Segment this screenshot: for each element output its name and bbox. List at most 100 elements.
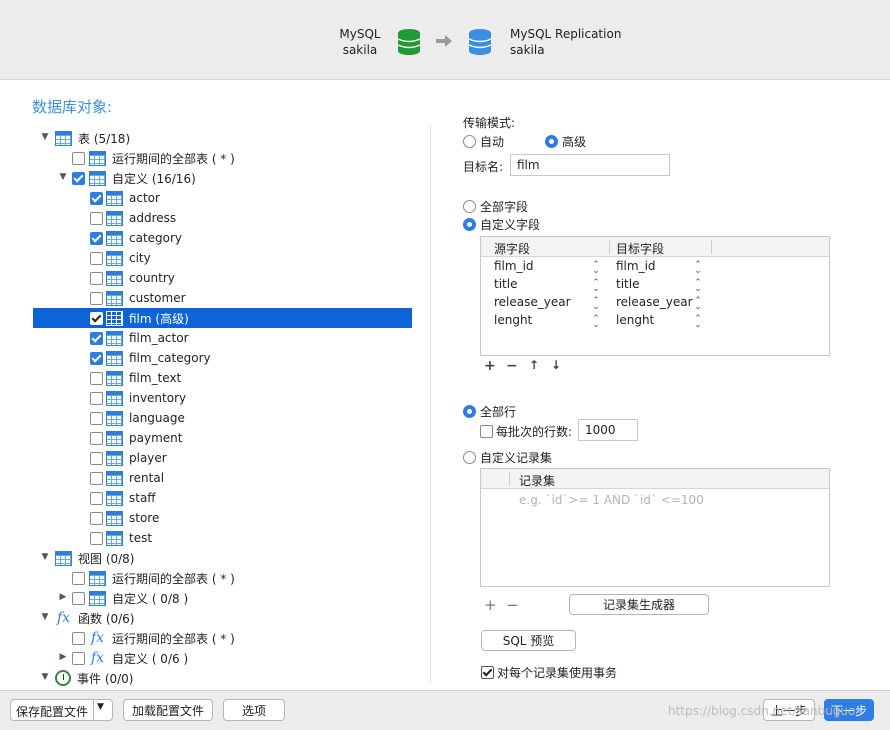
checkbox[interactable] [90, 331, 103, 345]
tree-item-table[interactable]: rental [90, 468, 164, 488]
stepper-icon[interactable]: ⌃ ⌄ [693, 315, 703, 330]
stepper-icon[interactable]: ⌃ ⌄ [591, 261, 601, 276]
mode-advanced-radio[interactable]: 高级 [545, 133, 586, 150]
stepper-icon[interactable]: ⌃ ⌄ [591, 315, 601, 330]
recordset-placeholder[interactable]: e.g. `id`>= 1 AND `id` <=100 [519, 493, 704, 507]
chevron-down-icon[interactable]: ▼ [97, 702, 104, 712]
tree-item-table[interactable]: test [90, 528, 152, 548]
save-profile-button[interactable]: 保存配置文件 ▼ [10, 699, 113, 721]
remove-field-icon[interactable]: − [506, 358, 518, 374]
checkbox[interactable] [90, 411, 103, 425]
custom-fields-radio[interactable]: 自定义字段 [463, 216, 540, 233]
radio[interactable] [463, 135, 476, 148]
checkbox[interactable] [90, 391, 103, 405]
expand-triangle-icon[interactable]: ▶ [58, 652, 68, 662]
stepper-icon[interactable]: ⌃ ⌄ [591, 279, 601, 294]
stepper-icon[interactable]: ⌃ ⌄ [693, 261, 703, 276]
checkbox[interactable] [90, 271, 103, 285]
tree-item-table[interactable]: film_category [90, 348, 211, 368]
rows-per-batch-input[interactable]: 1000 [578, 419, 638, 441]
tree-item-table[interactable]: inventory [90, 388, 186, 408]
recordset-grid[interactable]: 记录集 e.g. `id`>= 1 AND `id` <=100 [480, 468, 830, 587]
checkbox[interactable] [90, 451, 103, 465]
load-profile-button[interactable]: 加载配置文件 [123, 699, 213, 721]
collapse-triangle-icon[interactable]: ▼ [40, 132, 50, 142]
tree-item-table[interactable]: staff [90, 488, 156, 508]
tree-item-table[interactable]: city [90, 248, 151, 268]
add-field-icon[interactable]: + [484, 358, 496, 374]
checkbox[interactable] [90, 371, 103, 385]
tree-item-table[interactable]: film_text [90, 368, 181, 388]
rows-per-batch-checkbox[interactable]: 每批次的行数: [480, 423, 572, 440]
target-field-cell[interactable]: title [616, 277, 639, 295]
custom-recordset-radio[interactable]: 自定义记录集 [463, 449, 552, 466]
stepper-icon[interactable]: ⌃ ⌄ [591, 297, 601, 312]
mode-auto-radio[interactable]: 自动 [463, 133, 504, 150]
move-up-icon[interactable]: ↑ [529, 358, 539, 372]
tree-item-functions-runtime-all[interactable]: fx 运行期间的全部表 ( * ) [72, 628, 235, 648]
stepper-icon[interactable]: ⌃ ⌄ [693, 279, 703, 294]
checkbox[interactable] [90, 351, 103, 365]
tree-item-table[interactable]: film (高级) [33, 308, 412, 328]
radio[interactable] [463, 451, 476, 464]
target-field-cell[interactable]: film_id [616, 259, 656, 277]
checkbox[interactable] [480, 425, 493, 438]
tree-item-table[interactable]: store [90, 508, 159, 528]
stepper-icon[interactable]: ⌃ ⌄ [693, 297, 703, 312]
checkbox[interactable] [90, 211, 103, 225]
checkbox[interactable] [90, 471, 103, 485]
all-rows-radio[interactable]: 全部行 [463, 403, 516, 420]
checkbox[interactable] [72, 631, 85, 645]
source-field-cell[interactable]: film_id [494, 259, 534, 277]
radio[interactable] [463, 218, 476, 231]
add-recordset-icon[interactable]: + [484, 596, 497, 614]
tree-item-table[interactable]: actor [90, 188, 160, 208]
tree-item-table[interactable]: player [90, 448, 167, 468]
tree-node-views-custom[interactable]: ▶ 自定义 ( 0/8 ) [58, 588, 188, 608]
target-name-input[interactable]: film [510, 154, 670, 176]
move-down-icon[interactable]: ↓ [551, 358, 561, 372]
collapse-triangle-icon[interactable]: ▼ [58, 172, 68, 182]
tree-node-tables-custom[interactable]: ▼ 自定义 (16/16) [58, 168, 196, 188]
tree-item-table[interactable]: category [90, 228, 182, 248]
tree-item-table[interactable]: customer [90, 288, 186, 308]
checkbox[interactable] [90, 511, 103, 525]
sql-preview-button[interactable]: SQL 预览 [481, 630, 576, 651]
checkbox[interactable] [90, 251, 103, 265]
all-fields-radio[interactable]: 全部字段 [463, 198, 528, 215]
checkbox[interactable] [72, 171, 85, 185]
tree-item-table[interactable]: film_actor [90, 328, 189, 348]
tree-item-table[interactable]: language [90, 408, 185, 428]
expand-triangle-icon[interactable]: ▶ [58, 592, 68, 602]
tree-node-events[interactable]: ▼ 事件 (0/0) [40, 668, 134, 688]
tree-item-table[interactable]: country [90, 268, 175, 288]
tree-node-views[interactable]: ▼ 视图 (0/8) [40, 548, 135, 568]
radio[interactable] [463, 405, 476, 418]
col-source-header[interactable]: 源字段 [494, 240, 530, 257]
tree-node-tables[interactable]: ▼ 表 (5/18) [40, 128, 130, 148]
checkbox[interactable] [90, 531, 103, 545]
remove-recordset-icon[interactable]: − [506, 596, 519, 614]
collapse-triangle-icon[interactable]: ▼ [40, 672, 50, 682]
checkbox[interactable] [90, 231, 103, 245]
tree-item-tables-runtime-all[interactable]: 运行期间的全部表 ( * ) [72, 148, 235, 168]
collapse-triangle-icon[interactable]: ▼ [40, 612, 50, 622]
use-transaction-checkbox[interactable]: 对每个记录集使用事务 [481, 664, 617, 681]
checkbox[interactable] [72, 651, 85, 665]
tree-item-table[interactable]: address [90, 208, 176, 228]
source-field-cell[interactable]: title [494, 277, 517, 295]
checkbox[interactable] [481, 666, 494, 679]
field-mapping-grid[interactable]: 源字段 目标字段 film_id ⌃ ⌄ film_id ⌃ ⌄ title ⌃ ⌄ title ⌃… [480, 236, 830, 356]
target-field-cell[interactable]: lenght [616, 313, 654, 331]
checkbox[interactable] [72, 591, 85, 605]
checkbox[interactable] [72, 571, 85, 585]
options-button[interactable]: 选项 [223, 699, 285, 721]
checkbox[interactable] [90, 431, 103, 445]
tree-item-views-runtime-all[interactable]: 运行期间的全部表 ( * ) [72, 568, 235, 588]
checkbox[interactable] [90, 311, 103, 325]
checkbox[interactable] [72, 151, 85, 165]
target-field-cell[interactable]: release_year [616, 295, 693, 313]
source-field-cell[interactable]: release_year [494, 295, 571, 313]
collapse-triangle-icon[interactable]: ▼ [40, 552, 50, 562]
source-field-cell[interactable]: lenght [494, 313, 532, 331]
